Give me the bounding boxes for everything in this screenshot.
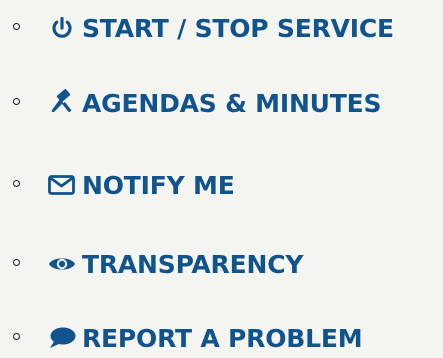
list-bullet-icon [13,333,20,340]
eye-icon [46,250,77,278]
envelope-icon [46,171,77,199]
menu-item-notify-me: NOTIFY ME [0,165,443,205]
list-bullet-icon [13,98,20,105]
menu-item-report-a-problem: REPORT A PROBLEM [0,318,443,358]
power-icon [46,14,77,42]
transparency-label: TRANSPARENCY [82,249,304,279]
transparency-link[interactable]: TRANSPARENCY [46,244,303,284]
list-bullet-icon [13,23,20,30]
gavel-icon [46,89,77,117]
report-a-problem-link[interactable]: REPORT A PROBLEM [46,318,363,358]
notify-me-link[interactable]: NOTIFY ME [46,165,235,205]
menu-item-start-stop-service: START / STOP SERVICE [0,8,443,48]
start-stop-service-label: START / STOP SERVICE [82,13,394,43]
quick-links-menu: START / STOP SERVICE AGENDAS & MINUTES N… [0,0,443,356]
list-bullet-icon [13,180,20,187]
start-stop-service-link[interactable]: START / STOP SERVICE [46,8,394,48]
notify-me-label: NOTIFY ME [82,170,235,200]
agendas-minutes-link[interactable]: AGENDAS & MINUTES [46,83,382,123]
agendas-minutes-label: AGENDAS & MINUTES [82,88,382,118]
comment-icon [46,324,77,352]
menu-item-agendas-minutes: AGENDAS & MINUTES [0,83,443,123]
menu-item-transparency: TRANSPARENCY [0,244,443,284]
list-bullet-icon [13,259,20,266]
report-a-problem-label: REPORT A PROBLEM [82,323,363,353]
